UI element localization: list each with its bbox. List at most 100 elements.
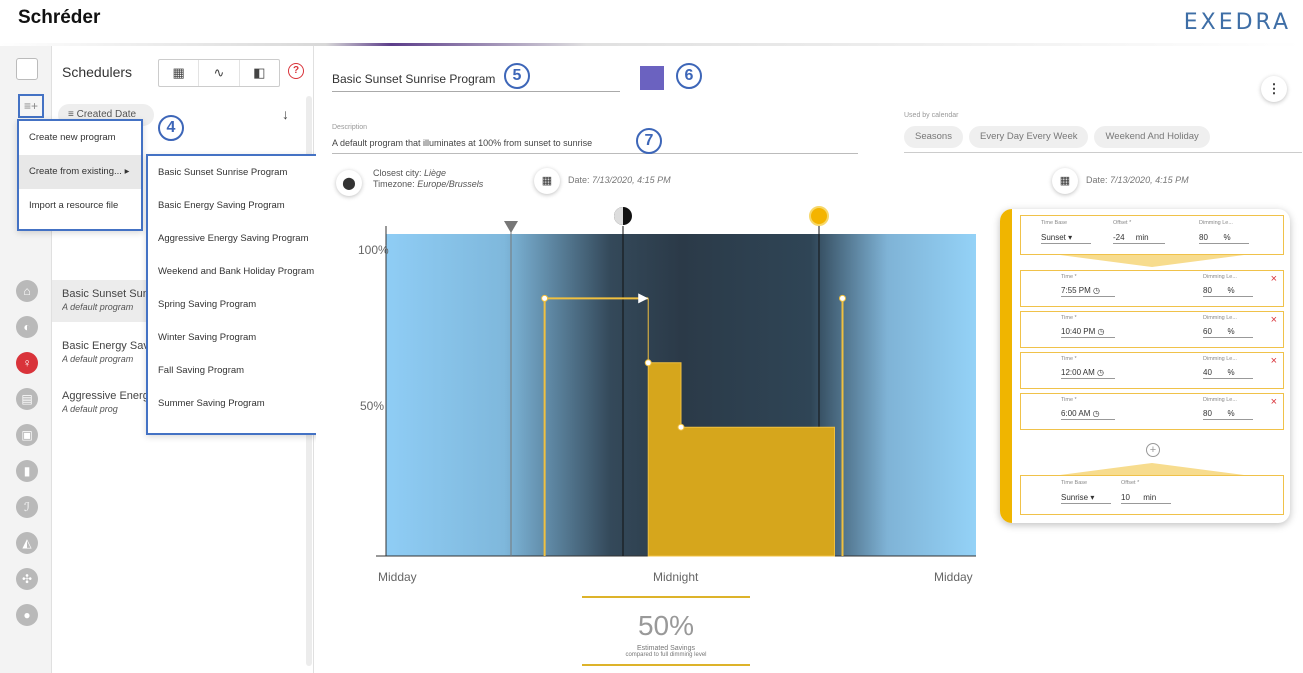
program-name-input[interactable]: Basic Sunset Sunrise Program [332,66,620,92]
view-toggle: ▦ ∿ ◧ [158,59,280,87]
calendar-view-icon[interactable]: ▦ [159,60,200,86]
dimming-input[interactable]: 80 % [1203,408,1253,420]
submenu-item[interactable]: Basic Sunset Sunrise Program [148,156,323,189]
exedra-logo: EXEDRA [1183,10,1291,35]
home-icon[interactable]: ⌂ [16,280,38,302]
location-info: Closest city: Liège Timezone: Europe/Bru… [373,168,484,189]
y-tick-label: 100% [358,243,389,257]
sun-icon [809,206,829,226]
data-point [677,423,685,431]
bulb-icon[interactable]: ♀ [16,352,38,374]
offset-input[interactable]: 10 min [1121,492,1171,504]
data-point [644,359,652,367]
list-item[interactable]: Basic Energy Saving Program A default pr… [52,332,146,374]
savings-label: Estimated Savings [637,645,695,652]
x-tick-label: Midday [934,570,973,584]
card-accent-bar [1000,209,1012,523]
panel-title: Schedulers [62,64,133,80]
data-point [839,294,846,302]
dimming-input[interactable]: 60 % [1203,326,1253,338]
callout-5: 5 [504,63,530,89]
wrench-icon[interactable]: ℐ [16,496,38,518]
callout-7: 7 [636,128,662,154]
funnel-down [1060,255,1244,267]
calendar-chip[interactable]: Every Day Every Week [968,126,1089,148]
used-by-calendar-label: Used by calendar [904,112,959,119]
menu-item-import[interactable]: Import a resource file [19,189,141,223]
delete-icon[interactable]: × [1271,314,1277,326]
time-base-select[interactable]: Sunrise ▾ [1061,492,1111,504]
chart-view-icon[interactable]: ∿ [199,60,240,86]
dimming-steps-card: Time Base Sunset ▾ Offset * -24 min Dimm… [1000,209,1290,523]
user-icon[interactable]: ● [16,604,38,626]
data-point [541,294,549,302]
time-input[interactable]: 7:55 PM ◷ [1061,285,1115,297]
menu-item-create-from-existing[interactable]: Create from existing... ▸ [19,155,141,189]
location-pin-icon[interactable]: ⬤ [336,170,362,196]
submenu-item[interactable]: Weekend and Bank Holiday Program [148,255,323,288]
add-step-icon[interactable]: + [1146,443,1160,457]
time-input[interactable]: 6:00 AM ◷ [1061,408,1115,420]
sort-direction-icon[interactable]: ↓ [282,106,289,122]
list-item[interactable]: Aggressive Energy Saving Program A defau… [52,382,146,424]
brand-logo: Schréder [18,7,101,28]
program-editor: Basic Sunset Sunrise Program 5 6 ⋮ Descr… [316,46,1303,673]
card-date: Date: 7/13/2020, 4:15 PM [1086,175,1189,185]
list-item[interactable]: Basic Sunset Sunrise Program A default p… [52,280,146,322]
dimming-step: Time * 10:40 PM ◷ Dimming Le... 60 % × [1020,311,1284,348]
calendar-chips: Seasons Every Day Every Week Weekend And… [904,126,1210,148]
calendar-chip[interactable]: Seasons [904,126,963,148]
calendar-icon[interactable]: ▦ [1052,168,1078,194]
end-step: Time Base Sunrise ▾ Offset * 10 min [1020,475,1284,515]
start-step: Time Base Sunset ▾ Offset * -24 min Dimm… [1020,215,1284,255]
submenu-item[interactable]: Basic Energy Saving Program [148,189,323,222]
calendar-icon[interactable]: ▦ [534,168,560,194]
savings-sublabel: compared to full dimming level [625,652,707,658]
top-bar: Schréder EXEDRA [0,0,1303,46]
delete-icon[interactable]: × [1271,355,1277,367]
savings-value: 50% [637,610,695,641]
time-base-select[interactable]: Sunset ▾ [1041,232,1091,244]
submenu-item[interactable]: Fall Saving Program [148,354,323,387]
calendar-chip[interactable]: Weekend And Holiday [1094,126,1210,148]
scheduler-app-icon[interactable] [16,58,38,80]
funnel-up [1060,463,1244,475]
lamp-icon[interactable]: ◭ [16,532,38,554]
submenu-arrow-icon: ▸ [124,166,130,177]
menu-item-create-new[interactable]: Create new program [19,121,141,155]
more-options-icon[interactable]: ⋮ [1261,76,1287,102]
time-input[interactable]: 12:00 AM ◷ [1061,367,1115,379]
time-input[interactable]: 10:40 PM ◷ [1061,326,1115,338]
battery-icon[interactable]: ▮ [16,460,38,482]
dimming-input[interactable]: 80 % [1199,232,1249,244]
monitor-icon[interactable]: ▣ [16,424,38,446]
dimming-input[interactable]: 80 % [1203,285,1253,297]
create-menu: Create new program Create from existing.… [17,119,143,231]
description-label: Description [332,124,368,131]
dimming-step: Time * 6:00 AM ◷ Dimming Le... 80 % × [1020,393,1284,430]
delete-icon[interactable]: × [1271,273,1277,285]
network-icon[interactable]: ✣ [16,568,38,590]
submenu-item[interactable]: Winter Saving Program [148,321,323,354]
x-tick-label: Midnight [653,570,699,584]
callout-6: 6 [676,63,702,89]
y-tick-label: 50% [360,399,384,413]
light-icon[interactable]: ◐ [16,316,38,338]
submenu-item[interactable]: Spring Saving Program [148,288,323,321]
submenu-item[interactable]: Aggressive Energy Saving Program [148,222,323,255]
dimming-step: Time * 12:00 AM ◷ Dimming Le... 40 % × [1020,352,1284,389]
delete-icon[interactable]: × [1271,396,1277,408]
help-icon[interactable]: ? [288,63,304,79]
chart-svg: 100% 50% Midday Midnight Midday [358,206,976,584]
calendar-divider [904,152,1302,153]
schedule-icon[interactable]: ▤ [16,388,38,410]
existing-programs-submenu: Basic Sunset Sunrise Program Basic Energ… [146,154,325,435]
map-view-icon[interactable]: ◧ [240,60,279,86]
description-input[interactable]: A default program that illuminates at 10… [332,134,858,154]
chart-date: Date: 7/13/2020, 4:15 PM [568,175,671,185]
program-color-swatch[interactable] [640,66,664,90]
dimming-input[interactable]: 40 % [1203,367,1253,379]
submenu-item[interactable]: Summer Saving Program [148,387,323,420]
add-program-button[interactable]: ≡+ [18,94,44,118]
offset-input[interactable]: -24 min [1113,232,1165,244]
